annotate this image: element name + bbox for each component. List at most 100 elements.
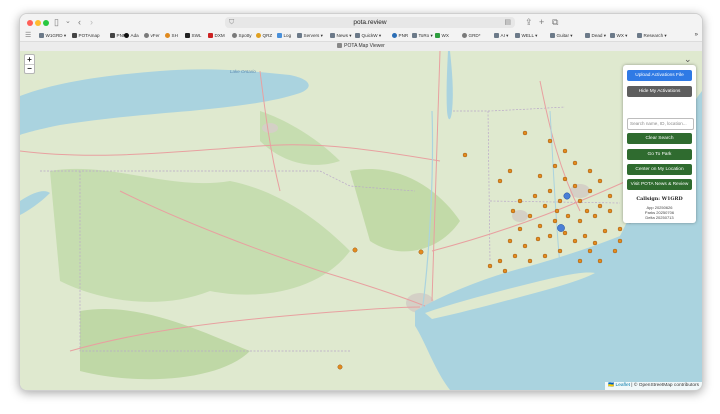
reader-icon[interactable]: ▤	[504, 17, 511, 28]
bookmark-label: Guitar ▾	[556, 33, 573, 38]
square-icon	[435, 33, 440, 38]
globe-icon	[144, 33, 149, 38]
bookmark-label: Servers ▾	[303, 33, 323, 38]
bookmark-15[interactable]: ToRo ▾	[412, 32, 433, 40]
chevron-down-icon[interactable]: ⌄	[65, 17, 71, 27]
bookmark-label: vFer	[150, 33, 160, 38]
bookmark-13[interactable]: QuickW ▾	[355, 32, 381, 40]
folder-icon	[355, 33, 360, 38]
map-attribution: 🇺🇦 Leaflet | © OpenStreetMap contributor…	[605, 382, 702, 390]
bookmark-23[interactable]: Research ▾	[637, 32, 667, 40]
new-tab-icon[interactable]: +	[539, 17, 544, 27]
bookmark-label: WX ▾	[616, 33, 628, 38]
browser-window: ▯ ⌄ ‹ › ⛉ pota.review ▤ ⇪ + ⧉ ☰ » W1GRD …	[19, 13, 703, 391]
tower-icon	[110, 33, 115, 38]
circle-icon	[124, 33, 129, 38]
bookmark-label: Ada	[130, 33, 139, 38]
stat-delta: Delta 20250713	[645, 215, 674, 220]
bookmark-label: W1GRD ▾	[45, 33, 67, 38]
bookmark-label: QuickW ▾	[361, 33, 382, 38]
sidebar-toggle-icon[interactable]: ▯	[54, 17, 59, 27]
circle-icon	[256, 33, 261, 38]
globe-icon	[392, 33, 397, 38]
search-input[interactable]	[627, 118, 694, 130]
address-bar[interactable]: ⛉ pota.review ▤	[225, 17, 515, 28]
folder-icon	[515, 33, 520, 38]
minimize-window-button[interactable]	[35, 20, 41, 26]
bookmark-7[interactable]: DXM	[208, 32, 225, 40]
tab-active[interactable]: POTA Map Viewer	[20, 42, 702, 51]
bookmark-16[interactable]: WX	[435, 32, 449, 40]
bookmark-19[interactable]: WELL ▾	[515, 32, 537, 40]
bookmark-8[interactable]: Spotty	[232, 32, 252, 40]
bookmarks-sidebar-icon[interactable]: ☰	[25, 31, 31, 41]
bookmark-17[interactable]: GRD*	[462, 32, 481, 40]
bookmark-label: Research ▾	[643, 33, 667, 38]
clear-search-button[interactable]: Clear Search	[627, 133, 692, 144]
upload-activations-button[interactable]: Upload Activations File	[627, 70, 692, 81]
privacy-shield-icon: ⛉	[229, 19, 235, 26]
folder-icon	[610, 33, 615, 38]
osm-attribution[interactable]: | © OpenStreetMap contributors	[630, 383, 699, 388]
lake-ontario-label: Lake Ontario	[230, 69, 256, 74]
tab-title: POTA Map Viewer	[344, 43, 385, 49]
bookmark-20[interactable]: Guitar ▾	[550, 32, 573, 40]
bookmark-4[interactable]: vFer	[144, 32, 160, 40]
leaflet-link[interactable]: 🇺🇦 Leaflet	[608, 383, 630, 388]
bookmark-label: AI ▾	[500, 33, 509, 38]
cloud-icon	[277, 33, 282, 38]
bookmark-21[interactable]: Dead ▾	[585, 32, 606, 40]
bookmark-3[interactable]: Ada	[124, 32, 139, 40]
zoom-out-button[interactable]: −	[25, 64, 34, 73]
folder-icon	[330, 33, 335, 38]
forward-icon[interactable]: ›	[90, 17, 93, 27]
bookmark-1[interactable]: POTAmap	[72, 32, 100, 40]
title-bar: ▯ ⌄ ‹ › ⛉ pota.review ▤ ⇪ + ⧉	[20, 14, 702, 31]
bookmark-label: SWL	[191, 33, 202, 38]
bookmark-label: SH	[171, 33, 178, 38]
bookmark-label: Spotty	[238, 33, 252, 38]
bookmark-label: POTAmap	[78, 33, 100, 38]
bookmark-0[interactable]: W1GRD ▾	[39, 32, 66, 40]
close-window-button[interactable]	[27, 20, 33, 26]
folder-icon	[637, 33, 642, 38]
map-view[interactable]: Lake Ontario + − ⌄ Upload Activations Fi…	[20, 51, 702, 390]
pota-favicon-icon	[337, 43, 343, 48]
bookmark-label: ToRo ▾	[418, 33, 433, 38]
bookmark-10[interactable]: Log	[277, 32, 291, 40]
zoom-window-button[interactable]	[43, 20, 49, 26]
globe-icon	[462, 33, 467, 38]
zoom-in-button[interactable]: +	[25, 55, 34, 64]
bookmark-label: DXM	[214, 33, 225, 38]
bookmark-22[interactable]: WX ▾	[610, 32, 627, 40]
back-icon[interactable]: ‹	[78, 17, 81, 27]
share-icon[interactable]: ⇪	[525, 17, 533, 27]
bookmark-9[interactable]: QRZ	[256, 32, 272, 40]
bookmark-5[interactable]: SH	[165, 32, 178, 40]
bookmark-label: Log	[283, 33, 292, 38]
hide-activations-button[interactable]: Hide My Activations	[627, 86, 692, 97]
panel-collapse-icon[interactable]: ⌄	[684, 54, 692, 64]
callsign-label: Callsign: W1GRD	[636, 196, 683, 202]
circle-icon	[165, 33, 170, 38]
bookmark-11[interactable]: Servers ▾	[297, 32, 323, 40]
bookmarks-overflow-button[interactable]: »	[695, 31, 698, 39]
zoom-control: + −	[24, 54, 35, 74]
folder-icon	[550, 33, 555, 38]
go-to-park-button[interactable]: Go To Park	[627, 149, 692, 160]
control-panel: Upload Activations File Hide My Activati…	[623, 65, 696, 223]
bookmarks-bar: ☰ » W1GRD ▾ POTAmap PNR Ada vFer SH SWL DXM Spot…	[20, 31, 702, 41]
globe-icon	[232, 33, 237, 38]
bookmark-12[interactable]: News ▾	[330, 32, 352, 40]
tab-overview-icon[interactable]: ⧉	[552, 17, 558, 27]
visit-pota-news-button[interactable]: Visit POTA News & Review	[627, 179, 692, 190]
bookmark-14[interactable]: PNR	[392, 32, 408, 40]
bookmark-label: QRZ	[262, 33, 273, 38]
folder-icon	[494, 33, 499, 38]
map-tiles[interactable]: Lake Ontario	[20, 51, 702, 390]
bookmark-18[interactable]: AI ▾	[494, 32, 508, 40]
bookmark-label: WELL ▾	[521, 33, 538, 38]
bookmark-6[interactable]: SWL	[185, 32, 201, 40]
center-location-button[interactable]: Center on My Location	[627, 164, 692, 175]
url-text: pota.review	[353, 19, 387, 26]
